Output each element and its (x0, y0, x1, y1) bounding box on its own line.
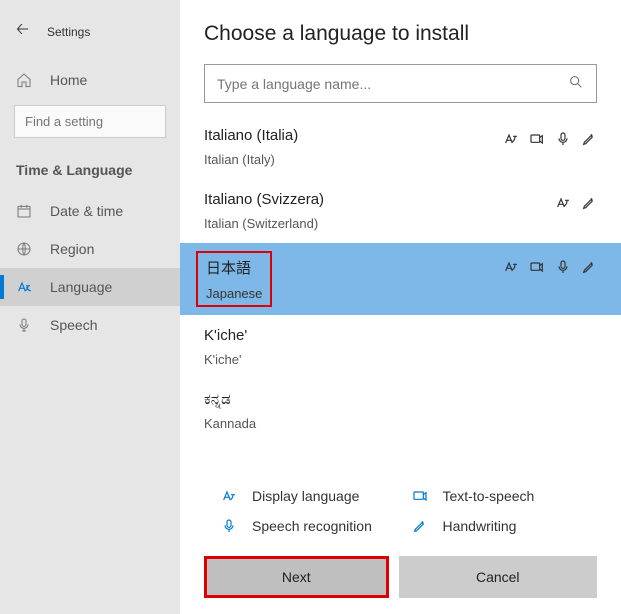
language-feature-icons (503, 255, 597, 275)
nav-label: Date & time (50, 203, 123, 219)
legend-tts: Text-to-speech (411, 488, 582, 504)
next-button-highlight: Next (204, 556, 389, 598)
main-panel: Choose a language to install Italiano (I… (180, 0, 621, 614)
language-item[interactable]: Italiano (Italia) Italian (Italy) (180, 115, 621, 179)
home-icon (16, 72, 32, 88)
cancel-button[interactable]: Cancel (399, 556, 598, 598)
nav-date-time[interactable]: Date & time (0, 192, 180, 230)
legend: Display language Text-to-speech Speech r… (180, 478, 621, 548)
language-item[interactable]: K'iche' K'iche' (180, 315, 621, 379)
handwriting-icon (411, 518, 429, 534)
globe-icon (16, 241, 32, 257)
language-search-box[interactable] (204, 64, 597, 103)
language-icon (16, 279, 32, 295)
language-native-name: Italiano (Svizzera) (204, 191, 324, 208)
legend-label: Display language (252, 488, 359, 504)
nav-home[interactable]: Home (0, 61, 180, 99)
language-text: K'iche' K'iche' (204, 327, 247, 367)
language-english-name: Italian (Switzerland) (204, 216, 324, 231)
language-feature-icons (555, 191, 597, 211)
language-english-name: Italian (Italy) (204, 152, 298, 167)
language-list: Italiano (Italia)Italian (Italy)Italiano… (180, 115, 621, 478)
search-icon (568, 74, 584, 93)
language-text: Italiano (Svizzera) Italian (Switzerland) (204, 191, 324, 231)
sidebar-search-input[interactable] (14, 105, 166, 138)
mic-icon (16, 317, 32, 333)
language-native-name: 日本語 (206, 257, 262, 278)
language-english-name: Kannada (204, 416, 256, 431)
legend-display: Display language (220, 488, 391, 504)
nav-label: Speech (50, 317, 97, 333)
active-indicator (0, 275, 4, 299)
language-text: Italiano (Italia) Italian (Italy) (204, 127, 298, 167)
language-text: ಕನ್ನಡ Kannada (204, 391, 256, 431)
sidebar-section-header: Time & Language (0, 154, 180, 192)
language-text: 日本語 Japanese (196, 251, 272, 307)
sidebar-header: 🡠 Settings (0, 12, 180, 61)
legend-label: Text-to-speech (443, 488, 535, 504)
dialog-buttons: Next Cancel (180, 548, 621, 614)
back-arrow-icon[interactable]: 🡠 (16, 18, 29, 45)
legend-label: Speech recognition (252, 518, 372, 534)
speech-icon (555, 259, 571, 275)
legend-speech: Speech recognition (220, 518, 391, 534)
handwriting-icon (581, 259, 597, 275)
language-item[interactable]: ಕನ್ನಡ Kannada (180, 379, 621, 443)
nav-label: Region (50, 241, 94, 257)
handwriting-icon (581, 195, 597, 211)
next-button[interactable]: Next (207, 559, 386, 595)
settings-title: Settings (47, 25, 90, 39)
language-english-name: Japanese (206, 286, 262, 301)
language-native-name: ಕನ್ನಡ (204, 391, 256, 408)
language-native-name: Italiano (Italia) (204, 127, 298, 144)
nav-home-label: Home (50, 72, 87, 88)
display-language-icon (220, 488, 238, 504)
legend-label: Handwriting (443, 518, 517, 534)
handwriting-icon (581, 131, 597, 147)
nav-speech[interactable]: Speech (0, 306, 180, 344)
language-english-name: K'iche' (204, 352, 247, 367)
nav-region[interactable]: Region (0, 230, 180, 268)
calendar-icon (16, 203, 32, 219)
tts-icon (529, 259, 545, 275)
language-search-input[interactable] (217, 76, 568, 92)
tts-icon (529, 131, 545, 147)
language-native-name: K'iche' (204, 327, 247, 344)
display-icon (555, 195, 571, 211)
sidebar: 🡠 Settings Home Time & Language Date & t… (0, 0, 180, 614)
display-icon (503, 259, 519, 275)
display-icon (503, 131, 519, 147)
language-item[interactable]: 日本語 Japanese (180, 243, 621, 315)
language-item[interactable]: Italiano (Svizzera) Italian (Switzerland) (180, 179, 621, 243)
legend-handwriting: Handwriting (411, 518, 582, 534)
nav-label: Language (50, 279, 112, 295)
nav-language[interactable]: Language (0, 268, 180, 306)
speech-recognition-icon (220, 518, 238, 534)
text-to-speech-icon (411, 488, 429, 504)
speech-icon (555, 131, 571, 147)
main-title: Choose a language to install (180, 0, 621, 64)
language-feature-icons (503, 127, 597, 147)
